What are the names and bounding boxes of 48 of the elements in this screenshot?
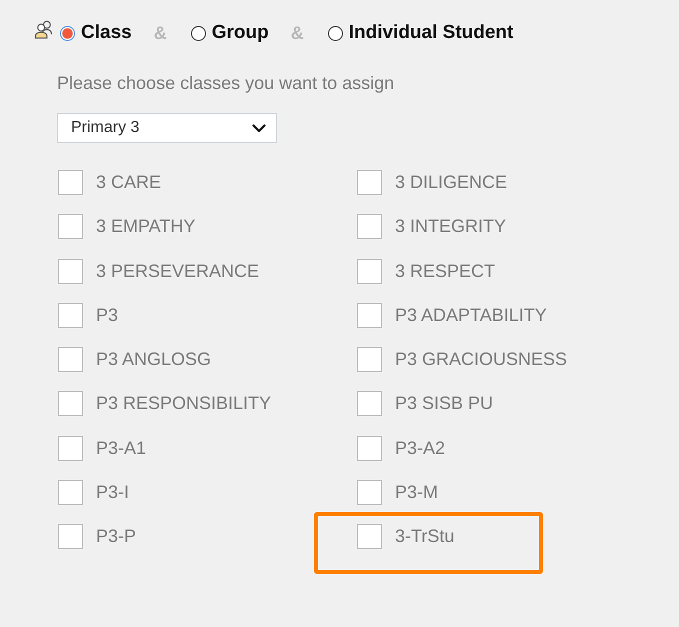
radio-button[interactable]	[60, 26, 75, 40]
class-label: P3-A2	[395, 438, 446, 459]
users-icon	[34, 20, 55, 38]
checkbox[interactable]	[357, 302, 382, 328]
checkbox[interactable]	[58, 480, 83, 506]
class-label: 3 INTEGRITY	[395, 216, 506, 238]
class-label: 3 PERSEVERANCE	[96, 260, 260, 282]
class-label: P3 SISB PU	[395, 393, 494, 414]
checkbox[interactable]	[58, 524, 83, 550]
class-label: P3 ADAPTABILITY	[395, 304, 547, 326]
checkbox[interactable]	[58, 170, 83, 195]
checkbox[interactable]	[357, 524, 382, 550]
checkbox[interactable]	[357, 436, 382, 461]
level-dropdown[interactable]: Primary 3	[57, 113, 277, 143]
checkbox[interactable]	[58, 347, 83, 372]
class-label: P3 RESPONSIBILITY	[96, 393, 272, 414]
class-label: 3 EMPATHY	[96, 216, 196, 238]
checkbox[interactable]	[58, 258, 83, 284]
radio-label[interactable]: Group	[212, 22, 269, 44]
radio-label[interactable]: Class	[81, 22, 132, 44]
checkbox[interactable]	[357, 391, 382, 416]
class-label: 3 CARE	[96, 172, 162, 193]
chevron-down-icon	[252, 124, 266, 132]
radio-button[interactable]	[190, 26, 206, 40]
class-label: P3 ANGLOSG	[96, 349, 212, 370]
checkbox[interactable]	[357, 347, 382, 372]
class-label: P3 GRACIOUSNESS	[395, 349, 568, 370]
checkbox[interactable]	[58, 214, 83, 240]
class-label: P3	[96, 304, 118, 326]
class-label: 3-TrStu	[395, 526, 454, 548]
checkbox[interactable]	[357, 480, 382, 506]
radio-label[interactable]: Individual Student	[348, 22, 514, 44]
checkbox[interactable]	[357, 214, 382, 240]
checkbox[interactable]	[58, 436, 83, 461]
class-label: 3 DILIGENCE	[395, 172, 508, 193]
ampersand-separator: &	[290, 22, 304, 44]
class-label: P3-I	[96, 482, 130, 504]
checkbox[interactable]	[58, 302, 83, 328]
checkbox[interactable]	[357, 170, 382, 195]
instruction-text: Please choose classes you want to assign	[57, 73, 394, 93]
checkbox[interactable]	[357, 258, 382, 284]
class-label: 3 RESPECT	[395, 260, 496, 282]
class-label: P3-A1	[96, 438, 146, 459]
class-label: P3-M	[395, 482, 438, 504]
radio-button[interactable]	[328, 26, 343, 40]
ampersand-separator: &	[154, 22, 167, 44]
class-label: P3-P	[96, 526, 136, 548]
checkbox[interactable]	[58, 391, 83, 416]
